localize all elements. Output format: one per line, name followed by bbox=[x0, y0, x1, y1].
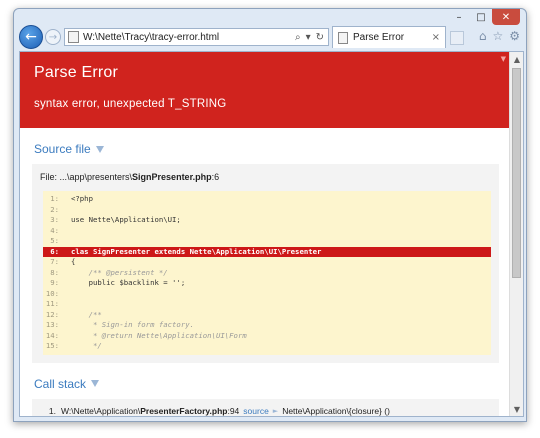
line-number: 1: bbox=[50, 194, 59, 203]
stack-item: 1. W:\Nette\Application\ PresenterFactory.… bbox=[40, 403, 491, 416]
code-line: 2: bbox=[43, 205, 491, 216]
code-line: 15: */ bbox=[43, 341, 491, 352]
vertical-scrollbar[interactable]: ▲ ▼ bbox=[509, 52, 523, 416]
address-bar[interactable]: W:\Nette\Tracy\tracy-error.html ⌕ ▾ ↻ bbox=[64, 28, 329, 46]
code-text: { bbox=[71, 257, 76, 266]
scroll-up-icon[interactable]: ▲ bbox=[510, 52, 523, 66]
line-number: 5: bbox=[50, 236, 59, 245]
line-number: 4: bbox=[50, 225, 59, 235]
code-line: 9: public $backlink = ''; bbox=[43, 278, 491, 289]
line-number: 15: bbox=[45, 341, 59, 350]
line-number: 3: bbox=[50, 215, 59, 224]
tab-close-icon[interactable]: × bbox=[432, 32, 440, 43]
stack-call: Nette\Application\{closure} () bbox=[282, 406, 390, 416]
code-line: 12: /** bbox=[43, 310, 491, 321]
file-path: File: ...\app\presenters\SignPresenter.p… bbox=[40, 172, 491, 182]
stack-line: :94 bbox=[227, 406, 240, 416]
dropdown-icon[interactable]: ▾ bbox=[306, 32, 311, 43]
code-line: 11: bbox=[43, 299, 491, 310]
code-text: clas SignPresenter extends Nette\Applica… bbox=[71, 246, 322, 256]
search-icon[interactable]: ⌕ bbox=[295, 32, 301, 43]
stack-path: W:\Nette\Application\ bbox=[61, 406, 141, 416]
address-text[interactable]: W:\Nette\Tracy\tracy-error.html bbox=[83, 32, 295, 43]
browser-tools: ⌂ ☆ ⚙ bbox=[479, 29, 520, 43]
line-number: 8: bbox=[50, 267, 59, 277]
favorites-icon[interactable]: ☆ bbox=[492, 29, 503, 43]
code-line: 7: { bbox=[43, 257, 491, 268]
scroll-thumb[interactable] bbox=[512, 68, 521, 278]
line-number: 12: bbox=[45, 309, 59, 319]
line-number: 11: bbox=[45, 299, 59, 308]
source-file-heading[interactable]: Source file bbox=[20, 142, 511, 156]
code-line: 14: * @return Nette\Application\UI\Form bbox=[43, 331, 491, 342]
code-text: public $backlink = ''; bbox=[71, 278, 186, 287]
error-title: Parse Error bbox=[34, 64, 118, 81]
code-line: 4: bbox=[43, 226, 491, 237]
tab-label: Parse Error bbox=[353, 32, 405, 43]
new-tab-button[interactable] bbox=[450, 31, 464, 45]
line-number: 13: bbox=[45, 320, 59, 329]
code-line: 5: bbox=[43, 236, 491, 247]
source-file-panel: File: ...\app\presenters\SignPresenter.p… bbox=[32, 164, 499, 363]
back-button[interactable]: ← bbox=[19, 25, 43, 49]
line-number: 7: bbox=[50, 257, 59, 266]
line-number: 14: bbox=[45, 330, 59, 340]
section-title: Source file bbox=[34, 142, 91, 156]
code-line: 10: bbox=[43, 289, 491, 300]
page-viewport: Parse Error syntax error, unexpected T_S… bbox=[19, 51, 524, 417]
scroll-down-icon[interactable]: ▼ bbox=[510, 402, 523, 416]
page-icon bbox=[68, 31, 79, 43]
code-text: /** @persistent */ bbox=[71, 267, 168, 277]
call-stack-list: 1. W:\Nette\Application\ PresenterFactory.… bbox=[40, 403, 491, 416]
file-prefix: File: ...\app\presenters\ bbox=[40, 172, 133, 182]
code-line-error: 6: clas SignPresenter extends Nette\Appli… bbox=[43, 246, 491, 257]
code-text: * @return Nette\Application\UI\Form bbox=[71, 330, 247, 340]
stack-file: PresenterFactory.php bbox=[140, 406, 228, 416]
gear-icon[interactable]: ⚙ bbox=[509, 29, 520, 43]
call-stack-panel: 1. W:\Nette\Application\ PresenterFactory.… bbox=[32, 398, 499, 416]
page-icon bbox=[338, 31, 348, 44]
address-tools: ⌕ ▾ ↻ bbox=[295, 32, 324, 43]
toggle-icon[interactable] bbox=[91, 380, 100, 387]
code-text: * Sign-in form factory. bbox=[71, 320, 195, 329]
stack-number: 1. bbox=[48, 406, 56, 416]
home-icon[interactable]: ⌂ bbox=[479, 29, 487, 43]
line-number: 6: bbox=[50, 246, 59, 256]
code-block: 1: <?php 2: 3: use Nette\Application\UI; 4: 5:… bbox=[43, 191, 491, 355]
tab-parse-error[interactable]: Parse Error × bbox=[332, 26, 446, 48]
toggle-icon[interactable] bbox=[95, 145, 104, 153]
error-page: Parse Error syntax error, unexpected T_S… bbox=[20, 52, 511, 416]
expand-arrow-icon[interactable]: ► bbox=[273, 407, 278, 415]
code-text: */ bbox=[71, 341, 102, 350]
code-text: use Nette\Application\UI; bbox=[71, 215, 181, 224]
line-number: 2: bbox=[50, 204, 59, 214]
section-title: Call stack bbox=[34, 376, 87, 391]
code-line: 1: <?php bbox=[43, 194, 491, 205]
code-line: 8: /** @persistent */ bbox=[43, 268, 491, 279]
error-header: Parse Error syntax error, unexpected T_S… bbox=[20, 52, 511, 128]
collapse-toggle-icon[interactable]: ▼ bbox=[501, 55, 506, 63]
call-stack-heading[interactable]: Call stack bbox=[20, 377, 511, 391]
file-line-number: :6 bbox=[211, 172, 220, 182]
refresh-icon[interactable]: ↻ bbox=[316, 32, 324, 43]
line-number: 10: bbox=[45, 288, 59, 298]
browser-window: – □ ✕ ← → W:\Nette\Tracy\tracy-error.htm… bbox=[13, 8, 527, 422]
source-link[interactable]: source bbox=[243, 406, 269, 416]
forward-button[interactable]: → bbox=[45, 29, 61, 45]
error-message: syntax error, unexpected T_STRING bbox=[34, 98, 227, 110]
file-name: SignPresenter.php bbox=[132, 172, 212, 182]
code-line: 13: * Sign-in form factory. bbox=[43, 320, 491, 331]
code-text: /** bbox=[71, 309, 102, 319]
code-text: <?php bbox=[71, 194, 93, 203]
line-number: 9: bbox=[50, 278, 59, 287]
code-line: 3: use Nette\Application\UI; bbox=[43, 215, 491, 226]
browser-toolbar: ← → W:\Nette\Tracy\tracy-error.html ⌕ ▾ … bbox=[14, 23, 526, 51]
